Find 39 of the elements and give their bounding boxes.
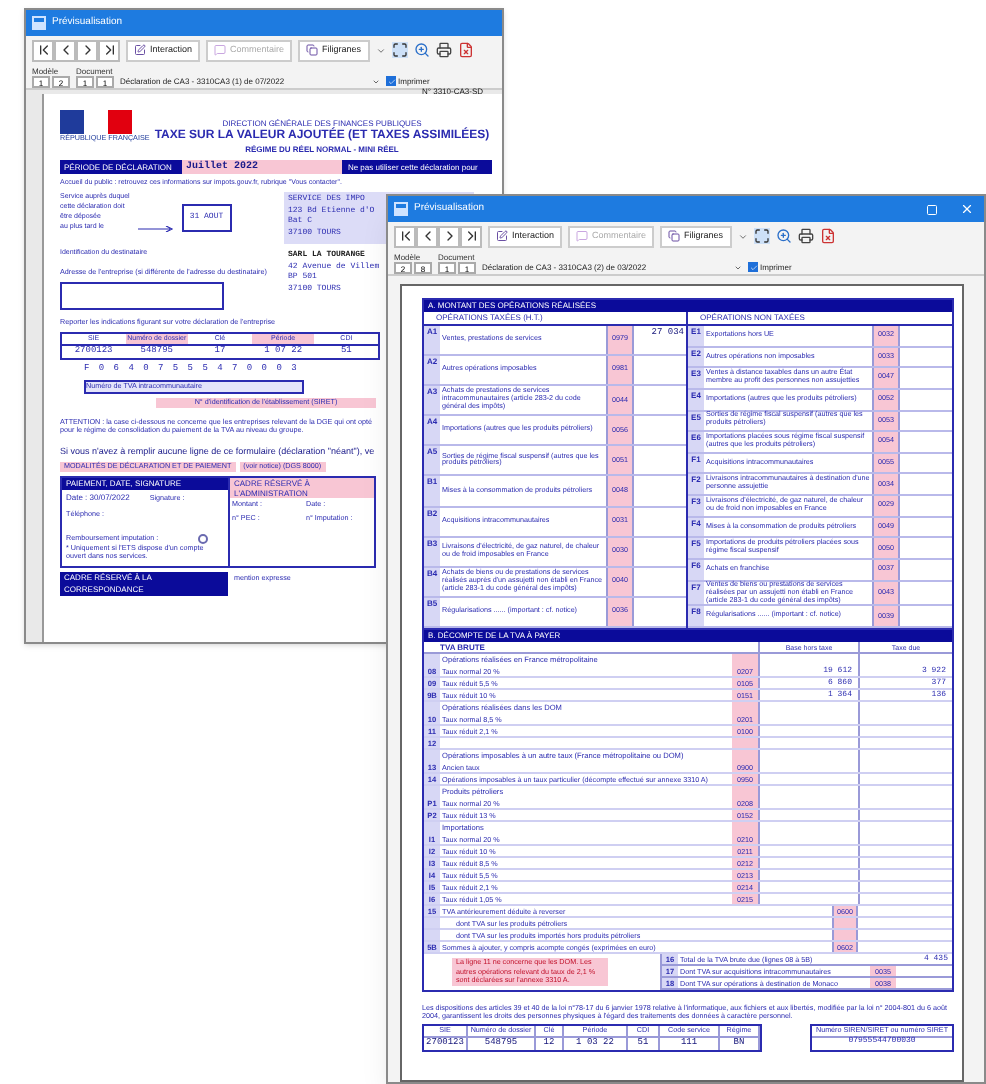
app-icon: [32, 16, 46, 30]
zoom-icon[interactable]: [413, 42, 430, 58]
print-checkbox[interactable]: [386, 76, 396, 86]
pdf-icon[interactable]: [819, 228, 836, 244]
code-cell: [732, 702, 758, 714]
code-cell: [732, 750, 758, 762]
chevron-icon: [101, 42, 117, 58]
code-cell: [732, 654, 758, 666]
arrow-icon: [137, 226, 174, 232]
print-icon[interactable]: [435, 42, 452, 58]
close-icon[interactable]: [960, 202, 974, 216]
flag-logo: [60, 110, 132, 134]
code-cell: [732, 822, 758, 834]
refund-radio[interactable]: [198, 533, 209, 543]
box-code: [732, 738, 758, 748]
nav-button[interactable]: [394, 225, 416, 247]
button-icon: [134, 44, 146, 56]
maximize-icon[interactable]: [926, 203, 938, 215]
button-icon: [306, 44, 319, 56]
zoom-icon[interactable]: [775, 228, 792, 244]
chevron-icon: [397, 228, 413, 244]
line-number-cell: [424, 654, 440, 666]
app-icon: [394, 202, 408, 216]
print-checkbox[interactable]: [748, 262, 758, 272]
nav-button[interactable]: [460, 225, 482, 247]
nav-button[interactable]: [98, 39, 120, 61]
print-icon[interactable]: [797, 228, 814, 244]
pdf-icon[interactable]: [457, 42, 474, 58]
fit-page-icon[interactable]: [391, 42, 408, 58]
button-icon: [668, 230, 681, 242]
fit-page-icon[interactable]: [753, 228, 770, 244]
button-icon: [496, 230, 508, 242]
chevron-icon: [35, 42, 51, 58]
code-cell: [732, 786, 758, 798]
address-input-box[interactable]: [60, 281, 224, 309]
chevron-icon: [463, 228, 479, 244]
button-icon: [576, 230, 589, 242]
button-icon: [214, 44, 227, 56]
nav-button[interactable]: [32, 39, 54, 61]
